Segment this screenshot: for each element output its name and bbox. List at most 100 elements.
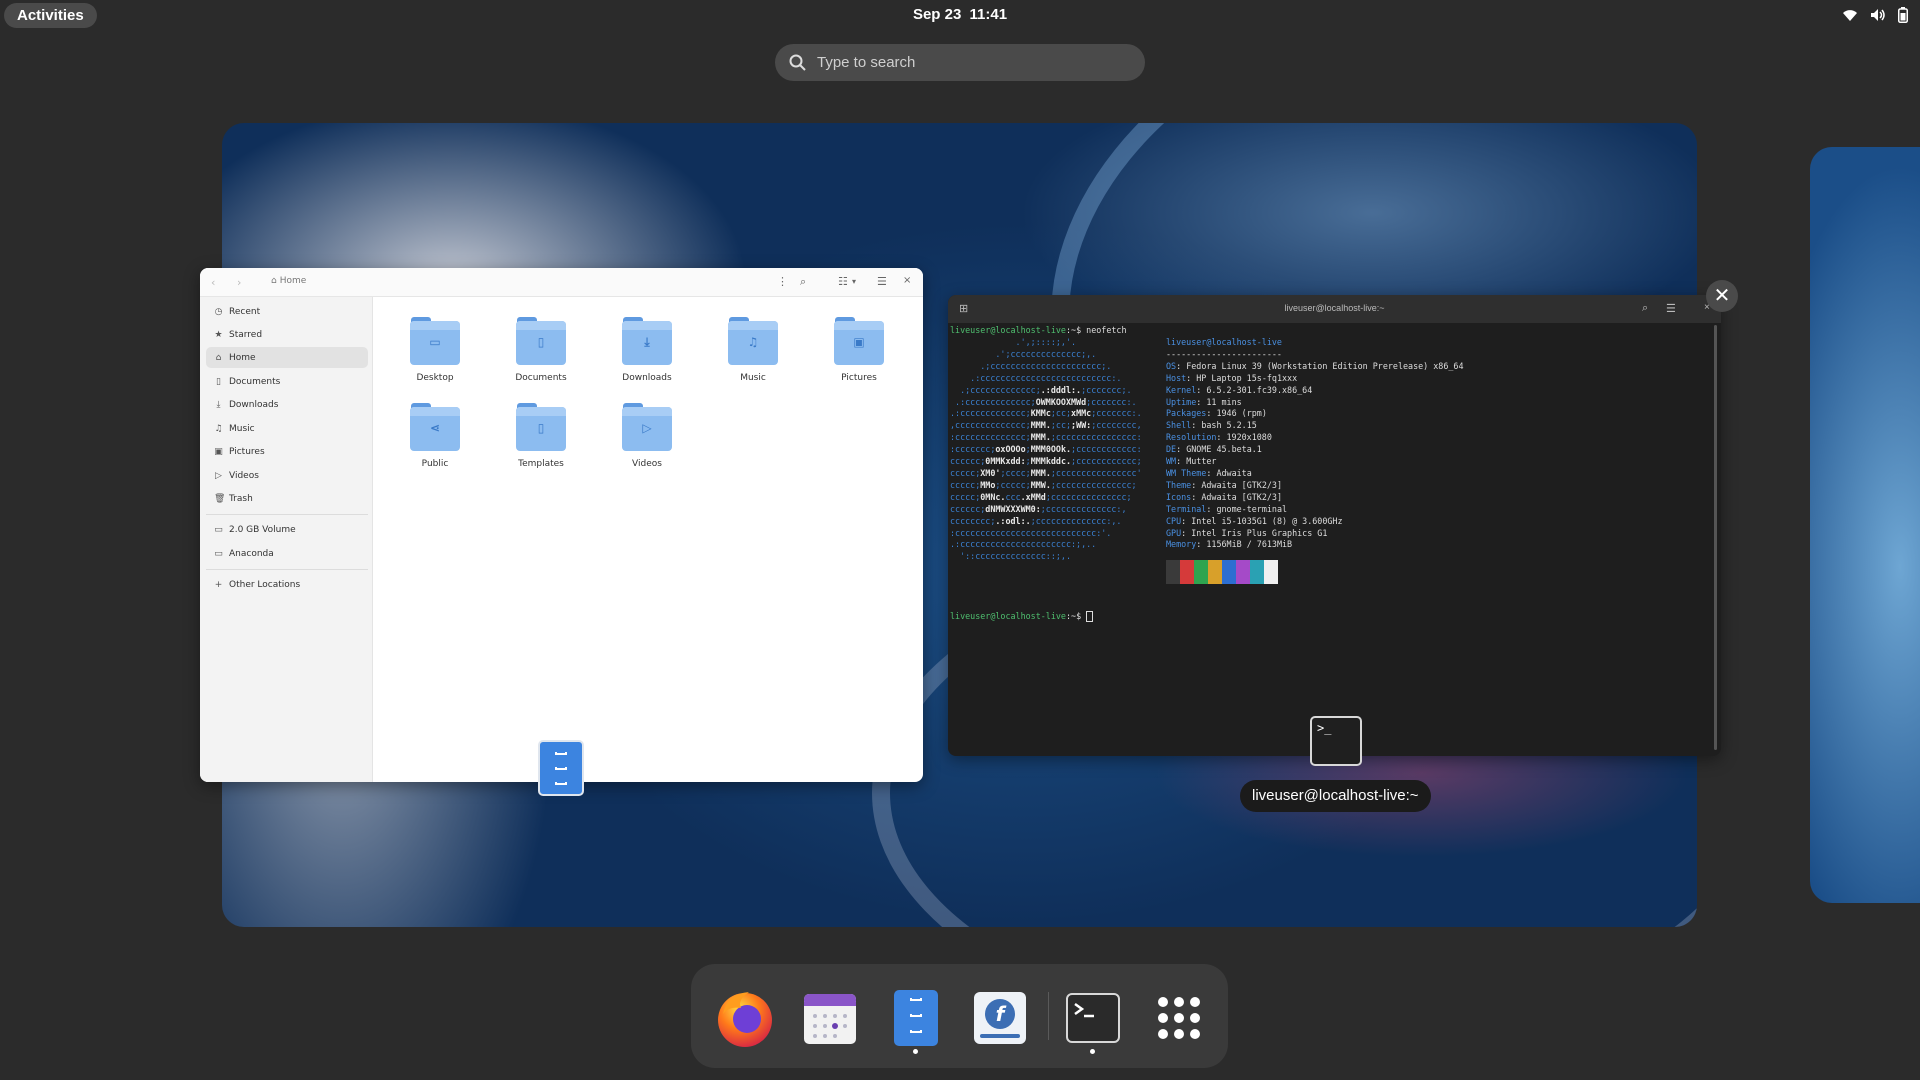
folder-documents[interactable]: ▯ Documents [501,315,581,383]
sidebar-item-pictures[interactable]: ▣ Pictures [206,441,368,462]
sidebar-item-label: Recent [229,306,261,317]
folder-icon: ▯ [516,315,566,365]
search-icon [789,54,806,71]
neofetch-key: DE [1166,444,1177,455]
terminal-cursor [1086,611,1094,622]
sidebar-item-videos[interactable]: ▷ Videos [206,465,368,486]
folder-desktop[interactable]: ▭ Desktop [395,315,475,383]
path-bar[interactable]: ⌂ Home [271,276,306,286]
sidebar-item-documents[interactable]: ▯ Documents [206,371,368,392]
terminal-command-line: liveuser@localhost-live:~$ neofetch [950,325,1127,337]
dock-item-terminal[interactable] [1061,986,1125,1050]
terminal-prompt: liveuser@localhost-live [950,611,1066,621]
folder-pictures[interactable]: ▣ Pictures [819,315,899,383]
forward-icon[interactable]: › [237,276,241,289]
neofetch-info-row: Kernel: 6.5.2-301.fc39.x86_64 [1166,384,1313,395]
fedora-ascii-logo: .',;::::;,'. .';cccccccccccccc;,. .;cccc… [950,337,1142,562]
neofetch-key: Theme [1166,479,1192,490]
sidebar-item-label: Home [229,352,256,363]
neofetch-key: Host [1166,372,1187,383]
close-window-button[interactable]: ✕ [1706,280,1738,312]
files-sidebar: ◷ Recent ★ Starred ⌂ Home ▯ Documents ⤓ Downl… [200,297,373,782]
folder-icon: ▷ [622,401,672,451]
sidebar-item-volume[interactable]: ▭ 2.0 GB Volume [206,519,368,540]
clock[interactable]: Sep 23 11:41 [0,6,1920,23]
neofetch-info: liveuser@localhost-live -----------------… [1166,337,1464,551]
search-input[interactable] [817,44,1127,81]
terminal-window[interactable]: ⊞ liveuser@localhost-live:~ ⌕ ☰ × liveus… [948,295,1721,756]
folder-templates[interactable]: ▯ Templates [501,401,581,469]
folder-icon: ⋖ [410,401,460,451]
color-swatch [1250,560,1264,584]
neofetch-key: Packages [1166,408,1207,419]
folder-icon: ♫ [728,315,778,365]
neofetch-key: Terminal [1166,503,1207,514]
document-icon: ▯ [537,335,545,349]
fedora-icon: f [974,992,1026,1044]
neofetch-info-row: Shell: bash 5.2.15 [1166,420,1257,431]
grid-view-icon[interactable]: ☷ [838,275,848,288]
sidebar-item-music[interactable]: ♫ Music [206,418,368,439]
clock-date: Sep 23 [912,6,962,23]
folder-label: Music [740,373,766,383]
drive-icon: ▭ [214,548,223,559]
dock-item-firefox[interactable] [713,986,777,1050]
color-swatch [1180,560,1194,584]
dock-item-fedora-media-writer[interactable]: f [968,986,1032,1050]
neofetch-info-row: GPU: Intel Iris Plus Graphics G1 [1166,527,1328,538]
neofetch-key: Memory [1166,539,1197,550]
hamburger-menu-icon[interactable]: ☰ [1666,302,1676,315]
files-window[interactable]: ‹ › ⌂ Home ⋮ ⌕ ☷ ▾ ☰ × ◷ Recent ★ Starred … [200,268,923,782]
dock-item-show-apps[interactable] [1147,986,1211,1050]
system-tray[interactable] [1842,7,1908,23]
folder-videos[interactable]: ▷ Videos [607,401,687,469]
folder-label: Pictures [841,373,877,383]
next-workspace-thumbnail[interactable] [1810,147,1920,903]
neofetch-key: Resolution [1166,432,1217,443]
sidebar-item-anaconda[interactable]: ▭ Anaconda [206,543,368,564]
sidebar-item-trash[interactable]: 🗑 Trash [206,488,368,509]
search-bar[interactable] [775,44,1145,81]
sidebar-item-label: Documents [229,376,281,387]
folder-music[interactable]: ♫ Music [713,315,793,383]
close-icon[interactable]: × [903,275,911,286]
sidebar-item-label: Trash [229,493,253,504]
firefox-icon [718,992,772,1047]
dock-item-files[interactable] [884,986,948,1050]
desktop-icon: ▭ [429,335,441,349]
back-icon[interactable]: ‹ [211,276,215,289]
folder-label: Templates [518,459,564,469]
neofetch-info-row: OS: Fedora Linux 39 (Workstation Edition… [1166,360,1464,371]
hamburger-menu-icon[interactable]: ☰ [877,275,887,288]
neofetch-value: GNOME 45.beta.1 [1186,444,1262,455]
sidebar-item-label: Starred [229,329,263,340]
sidebar-item-recent[interactable]: ◷ Recent [206,301,368,322]
neofetch-info-row: WM: Mutter [1166,456,1217,467]
wifi-icon [1842,8,1858,22]
sidebar-item-other-locations[interactable]: + Other Locations [206,574,368,595]
chevron-down-icon[interactable]: ▾ [852,277,856,286]
picture-icon: ▣ [214,446,223,457]
sidebar-divider [206,514,368,515]
neofetch-info-row: Memory: 1156MiB / 7613MiB [1166,539,1293,550]
sidebar-item-home[interactable]: ⌂ Home [206,347,368,368]
terminal-command: neofetch [1086,325,1127,335]
folder-downloads[interactable]: ⤓ Downloads [607,315,687,383]
sidebar-item-downloads[interactable]: ⤓ Downloads [206,394,368,415]
files-app-badge-icon [538,740,584,796]
color-swatch [1208,560,1222,584]
terminal-output[interactable]: liveuser@localhost-live:~$ neofetch .',;… [950,325,1710,745]
search-icon[interactable]: ⌕ [1642,302,1648,315]
folder-public[interactable]: ⋖ Public [395,401,475,469]
folder-label: Documents [515,373,567,383]
folder-label: Desktop [416,373,454,383]
terminal-scrollbar[interactable] [1714,325,1717,750]
running-indicator [913,1049,918,1054]
sidebar-item-label: 2.0 GB Volume [229,524,296,535]
search-icon[interactable]: ⌕ [800,275,806,289]
dock-item-calendar[interactable] [798,986,862,1050]
menu-dots-icon[interactable]: ⋮ [777,275,788,288]
sidebar-item-starred[interactable]: ★ Starred [206,324,368,345]
music-icon: ♫ [747,335,759,349]
battery-icon [1898,7,1908,23]
